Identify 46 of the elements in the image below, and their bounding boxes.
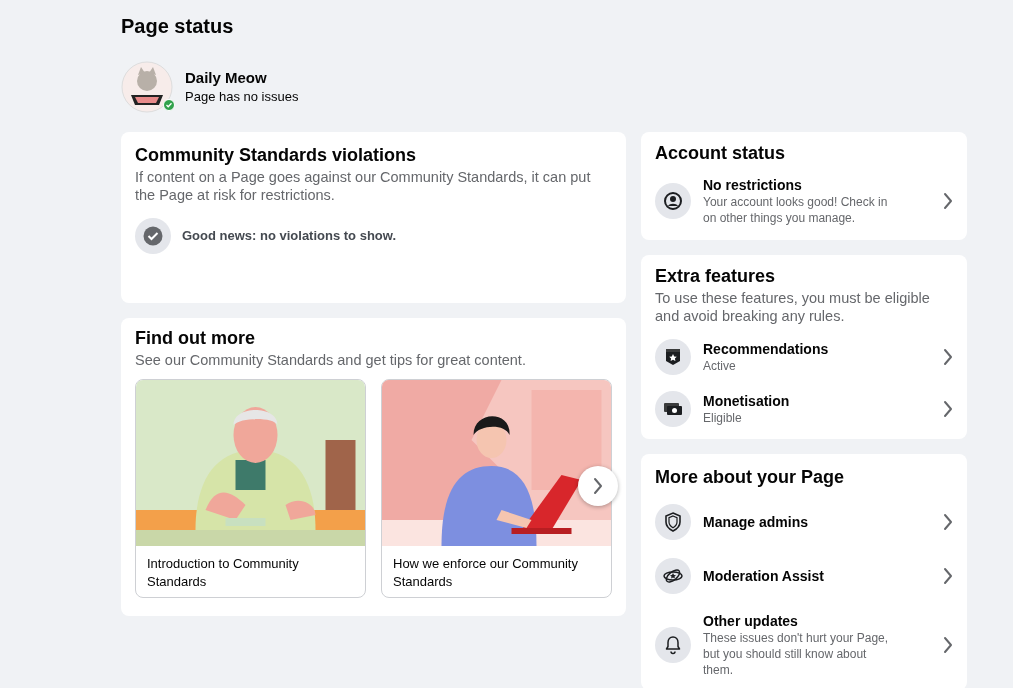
- card-title: More about your Page: [655, 466, 846, 488]
- chevron-right-icon: [943, 636, 953, 654]
- chevron-right-icon: [943, 400, 953, 418]
- article-card[interactable]: How we enforce our Community Standards: [381, 379, 612, 598]
- check-icon: [143, 226, 163, 246]
- page-health-text: Page has no issues: [185, 88, 299, 106]
- list-item[interactable]: Manage admins: [655, 496, 953, 548]
- article-title: Introduction to Community Standards: [147, 555, 300, 591]
- avatar: [121, 61, 173, 113]
- badge-icon: [665, 348, 681, 366]
- item-subtitle: Your account looks good! Check in on other things you manage.: [703, 194, 889, 226]
- item-title: Moderation Assist: [703, 567, 825, 585]
- card-title: Extra features: [655, 265, 777, 287]
- card-description: To use these features, you must be eligible and avoid breaking any rules.: [655, 289, 931, 325]
- card-title: Community Standards violations: [135, 144, 418, 166]
- item-title: Recommendations: [703, 340, 830, 358]
- chevron-right-icon: [593, 477, 603, 495]
- article-card[interactable]: Introduction to Community Standards: [135, 379, 366, 598]
- shield-icon: [664, 512, 682, 532]
- chevron-right-icon: [943, 192, 953, 210]
- article-title: How we enforce our Community Standards: [393, 555, 579, 591]
- page-name: Daily Meow: [185, 68, 268, 88]
- card-description: See our Community Standards and get tips for great content.: [135, 351, 527, 369]
- bell-icon: [665, 635, 681, 655]
- item-subtitle: These issues don't hurt your Page, but you should still know about them.: [703, 630, 890, 678]
- item-title: Monetisation: [703, 392, 791, 410]
- chevron-right-icon: [943, 513, 953, 531]
- banknote-icon: [663, 401, 683, 417]
- page-title: Page status: [121, 14, 235, 39]
- item-subtitle: Eligible: [703, 410, 743, 426]
- list-item[interactable]: Recommendations Active: [655, 331, 953, 383]
- chevron-right-icon: [943, 567, 953, 585]
- card-title: Find out more: [135, 327, 256, 349]
- card-title: Account status: [655, 142, 787, 164]
- list-item[interactable]: Moderation Assist: [655, 550, 953, 602]
- item-subtitle: Active: [703, 358, 737, 374]
- item-title: No restrictions: [703, 176, 803, 194]
- violations-result: Good news: no violations to show.: [182, 227, 397, 246]
- item-title: Other updates: [703, 612, 799, 630]
- list-item[interactable]: Other updates These issues don't hurt your Page, but you should still know about them.: [655, 604, 953, 686]
- list-item[interactable]: No restrictions Your account looks good! Check in on other things you manage.: [655, 168, 953, 234]
- chevron-right-icon: [943, 348, 953, 366]
- item-title: Manage admins: [703, 513, 810, 531]
- person-icon: [664, 192, 682, 210]
- list-item[interactable]: Monetisation Eligible: [655, 383, 953, 435]
- card-description: If content on a Page goes against our Community Standards, it can put the Page at risk for restrictions.: [135, 168, 592, 204]
